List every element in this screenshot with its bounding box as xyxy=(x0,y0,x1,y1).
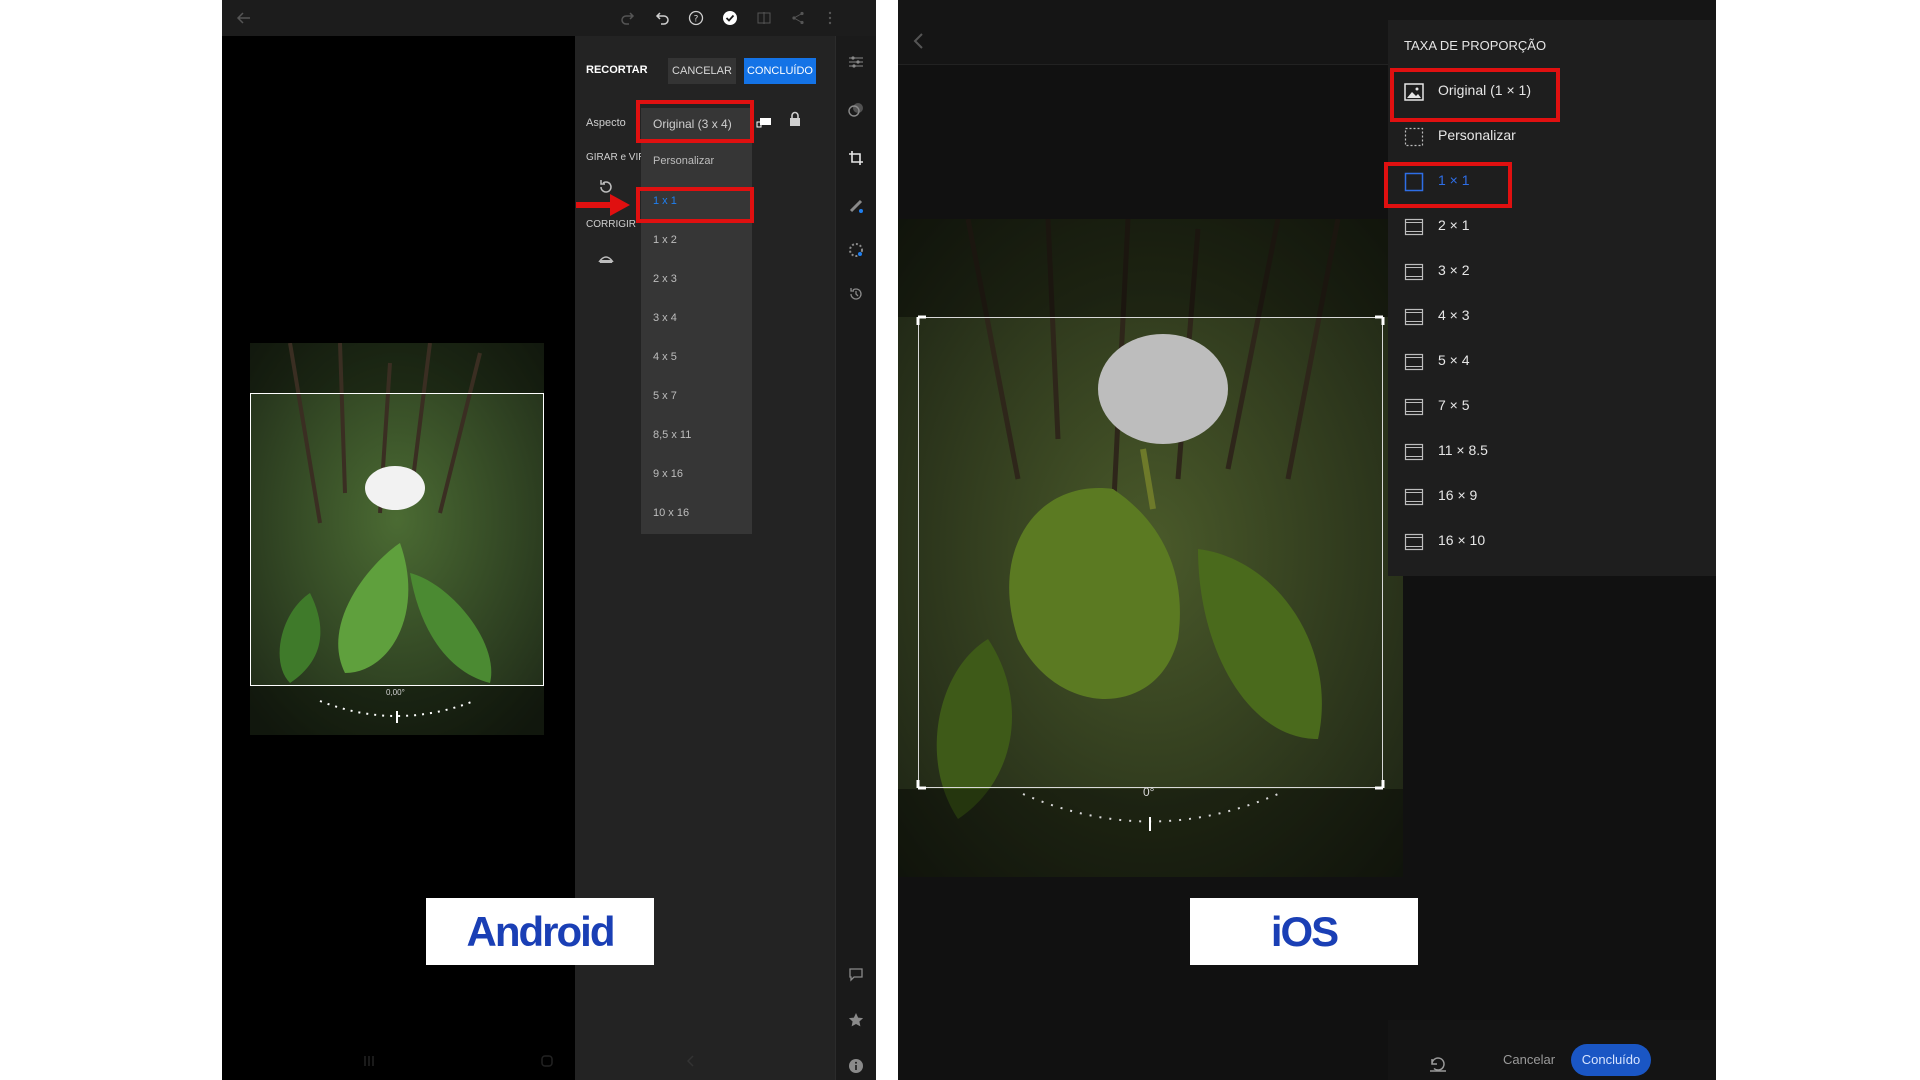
aspect-option[interactable]: 5 x 7 xyxy=(653,390,677,402)
check-circle-icon[interactable] xyxy=(722,10,738,26)
aspect-option[interactable]: 16 × 10 xyxy=(1404,520,1704,565)
aspect-option[interactable]: 5 × 4 xyxy=(1404,340,1704,385)
aspect-option[interactable]: 1 x 2 xyxy=(653,234,677,246)
aspect-option-label: 16 × 9 xyxy=(1438,487,1478,503)
ratio-frame-icon xyxy=(1404,397,1424,417)
ratio-frame-icon xyxy=(1404,352,1424,372)
selective-edit-icon[interactable] xyxy=(848,242,864,258)
back-chevron-icon[interactable] xyxy=(912,32,924,50)
highlight-box xyxy=(1384,162,1512,208)
aspect-option-label: 7 × 5 xyxy=(1438,397,1470,413)
aspect-option[interactable]: 7 × 5 xyxy=(1404,385,1704,430)
auto-straighten-icon[interactable] xyxy=(597,250,615,264)
rotate-flip-label: GIRAR e VIR xyxy=(586,152,646,163)
ratio-frame-icon xyxy=(1404,307,1424,327)
comment-icon[interactable] xyxy=(848,966,864,982)
adjust-sliders-icon[interactable] xyxy=(848,54,864,70)
ratio-frame-icon xyxy=(1404,487,1424,507)
ratio-frame-icon xyxy=(1404,532,1424,552)
aspect-option[interactable]: 3 × 2 xyxy=(1404,250,1704,295)
orientation-toggle-icon[interactable] xyxy=(756,116,772,128)
crop-panel-title: RECORTAR xyxy=(586,64,648,76)
aspect-option-label: 3 × 2 xyxy=(1438,262,1470,278)
compare-icon[interactable] xyxy=(756,10,772,26)
info-icon[interactable] xyxy=(848,1058,864,1074)
ios-platform-label: iOS xyxy=(1270,908,1339,955)
presets-icon[interactable] xyxy=(848,102,864,118)
aspect-option-label: 5 × 4 xyxy=(1438,352,1470,368)
highlight-box xyxy=(636,187,754,223)
undo-icon[interactable] xyxy=(654,10,670,26)
nav-home-icon[interactable] xyxy=(540,1054,554,1068)
aspect-option[interactable]: 3 x 4 xyxy=(653,312,677,324)
angle-readout: 0,00° xyxy=(386,688,405,697)
android-label-card: Android xyxy=(426,898,654,965)
crop-icon[interactable] xyxy=(848,150,864,166)
aspect-option[interactable]: 16 × 9 xyxy=(1404,475,1704,520)
cancel-button[interactable]: CANCELAR xyxy=(668,58,736,84)
help-icon[interactable]: ? xyxy=(688,10,704,26)
android-tool-rail xyxy=(835,36,876,1080)
aspect-option-label: 4 × 3 xyxy=(1438,307,1470,323)
history-icon[interactable] xyxy=(848,286,864,302)
ratio-frame-icon xyxy=(1404,442,1424,462)
done-button[interactable]: CONCLUÍDO xyxy=(744,58,816,84)
aspect-option[interactable]: 2 x 3 xyxy=(653,273,677,285)
aspect-option-label: 16 × 10 xyxy=(1438,532,1486,548)
nav-back-icon[interactable] xyxy=(684,1054,698,1068)
aspect-option-label: Personalizar xyxy=(1438,127,1516,143)
nav-recents-icon[interactable] xyxy=(362,1054,376,1068)
aspect-option[interactable]: 9 x 16 xyxy=(653,468,683,480)
aspect-option[interactable]: 2 × 1 xyxy=(1404,205,1704,250)
custom-frame-icon xyxy=(1404,127,1424,147)
aspect-option[interactable]: 4 × 3 xyxy=(1404,295,1704,340)
reset-icon[interactable] xyxy=(1428,1056,1448,1072)
star-icon[interactable] xyxy=(848,1012,864,1028)
android-photo-canvas[interactable]: 0,00° xyxy=(250,343,544,735)
aspect-option-label: 2 × 1 xyxy=(1438,217,1470,233)
lock-icon[interactable] xyxy=(788,111,802,127)
angle-readout: 0° xyxy=(1143,785,1155,799)
highlight-box xyxy=(1390,68,1560,122)
android-platform-label: Android xyxy=(466,908,616,955)
red-arrow-icon xyxy=(576,194,630,216)
aspect-dropdown-menu: Personalizar 1 x 1 1 x 2 2 x 3 3 x 4 4 x… xyxy=(641,108,752,534)
back-arrow-icon[interactable] xyxy=(236,10,252,26)
aspect-option[interactable]: 8,5 x 11 xyxy=(653,429,691,441)
ratio-frame-icon xyxy=(1404,262,1424,282)
aspect-ratio-menu-title: TAXA DE PROPORÇÃO xyxy=(1404,38,1547,53)
aspect-option[interactable]: 4 x 5 xyxy=(653,351,677,363)
android-top-toolbar: ? xyxy=(222,0,876,36)
svg-text:?: ? xyxy=(694,15,699,25)
aspect-option[interactable]: 11 × 8.5 xyxy=(1404,430,1704,475)
aspect-label: Aspecto xyxy=(586,117,626,129)
share-icon[interactable] xyxy=(790,10,806,26)
aspect-option[interactable]: 10 x 16 xyxy=(653,507,689,519)
done-button[interactable]: Concluído xyxy=(1571,1044,1651,1076)
aspect-ratio-menu: TAXA DE PROPORÇÃO Original (1 × 1) Perso… xyxy=(1384,20,1716,576)
more-vertical-icon[interactable] xyxy=(822,10,838,26)
straighten-label: CORRIGIR xyxy=(586,219,636,230)
ios-label-card: iOS xyxy=(1190,898,1418,965)
cancel-button[interactable]: Cancelar xyxy=(1503,1052,1555,1067)
healing-brush-icon[interactable] xyxy=(848,198,864,214)
ios-photo-canvas[interactable]: 0° xyxy=(898,219,1403,877)
highlight-box xyxy=(636,100,754,143)
aspect-option[interactable]: Personalizar xyxy=(653,155,714,167)
ratio-frame-icon xyxy=(1404,217,1424,237)
aspect-option-label: 11 × 8.5 xyxy=(1438,442,1488,458)
redo-icon[interactable] xyxy=(620,10,636,26)
